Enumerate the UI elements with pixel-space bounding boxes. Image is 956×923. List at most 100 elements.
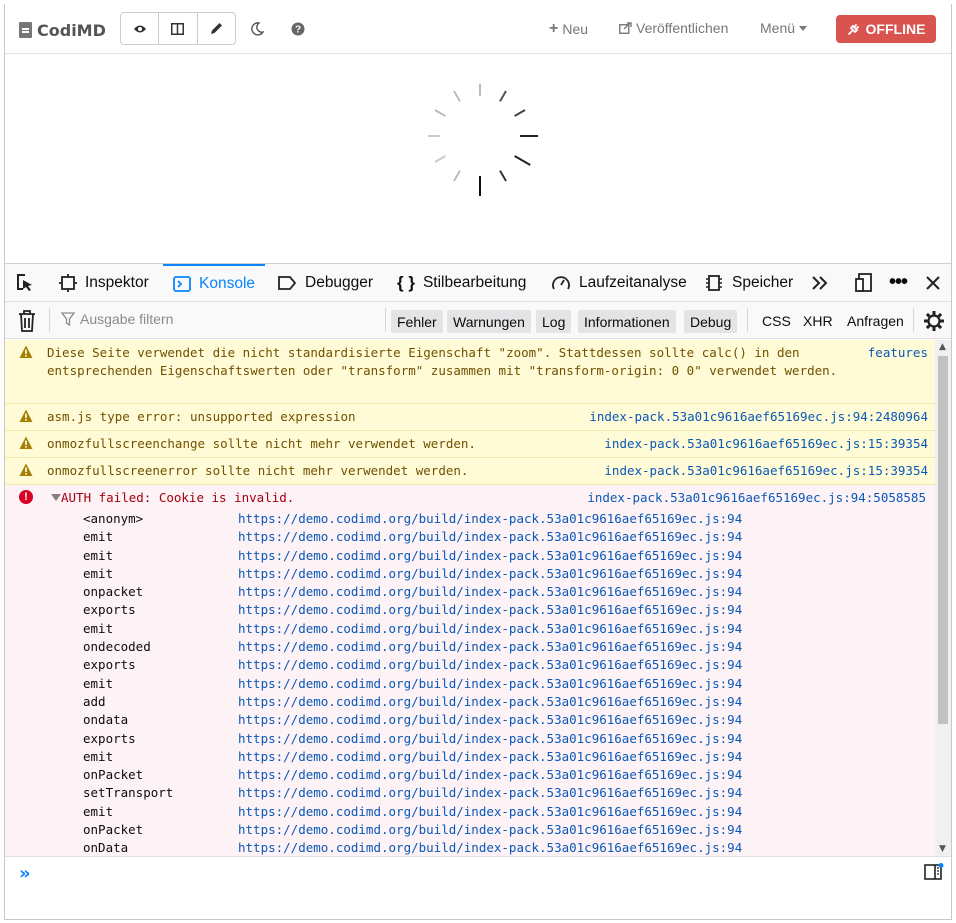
- stack-source-link[interactable]: https://demo.codimd.org/build/index-pack…: [238, 638, 742, 656]
- split-mode-button[interactable]: [159, 13, 198, 44]
- tab-debugger[interactable]: Debugger: [277, 264, 373, 301]
- stack-url: https://demo.codimd.org/build/index-pack…: [238, 785, 720, 801]
- night-mode-toggle[interactable]: [248, 19, 266, 39]
- stack-source-link[interactable]: https://demo.codimd.org/build/index-pack…: [238, 675, 742, 693]
- filter-debug-button[interactable]: Debug: [684, 310, 738, 333]
- pencil-icon: [210, 23, 222, 34]
- stack-url: https://demo.codimd.org/build/index-pack…: [238, 675, 720, 691]
- columns-icon: [171, 22, 185, 35]
- error-source-link[interactable]: index-pack.53a01c9616aef65169ec.js:94:50…: [587, 489, 926, 507]
- stack-source-link[interactable]: https://demo.codimd.org/build/index-pack…: [238, 601, 742, 619]
- filter-errors-button[interactable]: Fehler: [391, 310, 443, 333]
- tab-memory[interactable]: Speicher: [704, 264, 793, 301]
- tab-console[interactable]: Konsole: [163, 264, 266, 301]
- gear-icon[interactable]: [923, 310, 945, 332]
- message-text: onmozfullscreenerror sollte nicht mehr v…: [47, 463, 469, 478]
- stack-source-link[interactable]: https://demo.codimd.org/build/index-pack…: [238, 620, 742, 638]
- filter-css-button[interactable]: CSS: [762, 313, 791, 329]
- stack-frame: onData https://demo.codimd.org/build/inde…: [83, 839, 927, 856]
- error-icon: !: [19, 490, 33, 504]
- filter-warnings-button[interactable]: Warnungen: [447, 310, 531, 333]
- tab-inspector-label: Inspektor: [85, 273, 149, 291]
- stack-line: :94: [719, 511, 743, 526]
- console-scrollbar[interactable]: ▲ ▼: [935, 340, 951, 856]
- view-mode-button[interactable]: [121, 13, 160, 44]
- stack-source-link[interactable]: https://demo.codimd.org/build/index-pack…: [238, 821, 742, 839]
- stack-source-link[interactable]: https://demo.codimd.org/build/index-pack…: [238, 730, 742, 748]
- message-text: Diese Seite verwendet die nicht standard…: [47, 345, 838, 378]
- dock-toggle-button[interactable]: [855, 264, 875, 301]
- stack-source-link[interactable]: https://demo.codimd.org/build/index-pack…: [238, 547, 742, 565]
- menu-dropdown[interactable]: Menü: [760, 20, 808, 36]
- new-note-link[interactable]: + Neu: [549, 20, 588, 38]
- scrollbar-thumb[interactable]: [938, 356, 948, 724]
- filter-placeholder: Ausgabe filtern: [80, 311, 174, 327]
- element-picker-button[interactable]: [15, 264, 35, 301]
- devtools-options-button[interactable]: •••: [889, 264, 908, 301]
- message-source-link[interactable]: features: [868, 344, 928, 362]
- stack-line: :94: [719, 602, 743, 618]
- divider: [913, 308, 914, 332]
- stack-url: https://demo.codimd.org/build/index-pack…: [238, 693, 720, 709]
- trash-icon[interactable]: [17, 310, 37, 332]
- filter-input[interactable]: Ausgabe filtern: [61, 311, 173, 327]
- stack-frame: ondata https://demo.codimd.org/build/inde…: [83, 711, 927, 729]
- close-devtools-button[interactable]: [925, 264, 941, 301]
- more-tools-button[interactable]: [811, 264, 829, 301]
- plus-icon: +: [549, 20, 559, 37]
- tab-debugger-label: Debugger: [305, 273, 374, 291]
- inspector-icon: [59, 273, 77, 292]
- stack-source-link[interactable]: https://demo.codimd.org/build/index-pack…: [238, 565, 742, 583]
- edit-mode-button[interactable]: [198, 13, 235, 44]
- stack-source-link[interactable]: https://demo.codimd.org/build/index-pack…: [238, 839, 742, 856]
- stack-function-name: ondecoded: [83, 639, 151, 655]
- stack-frame: emit https://demo.codimd.org/build/index-…: [83, 565, 927, 583]
- stack-function-name: onPacket: [83, 822, 144, 838]
- stack-source-link[interactable]: https://demo.codimd.org/build/index-pack…: [238, 784, 742, 802]
- publish-link[interactable]: Veröffentlichen: [619, 20, 728, 36]
- message-source-link[interactable]: index-pack.53a01c9616aef65169ec.js:15:39…: [604, 435, 928, 453]
- message-source-link[interactable]: index-pack.53a01c9616aef65169ec.js:94:24…: [589, 408, 928, 426]
- stack-source-link[interactable]: https://demo.codimd.org/build/index-pack…: [238, 693, 742, 711]
- source-file: index-pack.53a01c9616aef65169ec.js: [587, 490, 844, 505]
- console-input[interactable]: »: [5, 856, 951, 889]
- stack-frame: setTransport https://demo.codimd.org/buil…: [83, 784, 927, 802]
- tab-style-editor-label: Stilbearbeitung: [422, 273, 527, 291]
- stack-source-link[interactable]: https://demo.codimd.org/build/index-pack…: [238, 711, 742, 729]
- stack-function-name: emit: [83, 547, 114, 563]
- stack-frame: onpacket https://demo.codimd.org/build/in…: [83, 583, 927, 601]
- stack-source-link[interactable]: https://demo.codimd.org/build/index-pack…: [238, 510, 742, 528]
- console-message-warning: onmozfullscreenerror sollte nicht mehr v…: [5, 458, 935, 485]
- filter-log-button[interactable]: Log: [536, 310, 572, 333]
- scroll-up-icon[interactable]: ▲: [939, 342, 946, 352]
- message-source-link[interactable]: index-pack.53a01c9616aef65169ec.js:15:39…: [604, 462, 928, 480]
- brand[interactable]: CodiMD: [19, 20, 106, 40]
- style-editor-icon: { }: [397, 272, 415, 292]
- filter-xhr-button[interactable]: XHR: [803, 313, 833, 329]
- stack-function-name: onpacket: [83, 584, 144, 600]
- stack-source-link[interactable]: https://demo.codimd.org/build/index-pack…: [238, 766, 742, 784]
- stack-source-link[interactable]: https://demo.codimd.org/build/index-pack…: [238, 748, 742, 766]
- error-text: AUTH failed: Cookie is invalid.: [61, 490, 295, 505]
- stack-source-link[interactable]: https://demo.codimd.org/build/index-pack…: [238, 528, 742, 546]
- tab-performance[interactable]: Laufzeitanalyse: [551, 264, 687, 301]
- console-message-warning: onmozfullscreenchange sollte nicht mehr …: [5, 431, 935, 458]
- caret-down-icon: [799, 25, 808, 31]
- source-file: index-pack.53a01c9616aef65169ec.js: [604, 436, 861, 451]
- scroll-down-icon[interactable]: ▼: [939, 844, 946, 854]
- sidebar-toggle-icon[interactable]: [924, 863, 944, 881]
- stack-source-link[interactable]: https://demo.codimd.org/build/index-pack…: [238, 656, 742, 674]
- stack-function-name: emit: [83, 529, 114, 545]
- divider: [747, 308, 748, 332]
- stack-line: :94: [719, 748, 743, 764]
- offline-status-button[interactable]: OFFLINE: [836, 15, 936, 43]
- tab-inspector[interactable]: Inspektor: [59, 264, 149, 301]
- stack-source-link[interactable]: https://demo.codimd.org/build/index-pack…: [238, 803, 742, 821]
- help-button[interactable]: ?: [289, 19, 307, 39]
- stack-url: https://demo.codimd.org/build/index-pack…: [238, 657, 720, 673]
- stack-frame: exports https://demo.codimd.org/build/ind…: [83, 601, 927, 619]
- tab-style-editor[interactable]: { } Stilbearbeitung: [397, 264, 526, 301]
- filter-requests-button[interactable]: Anfragen: [847, 313, 904, 329]
- stack-source-link[interactable]: https://demo.codimd.org/build/index-pack…: [238, 583, 742, 601]
- filter-info-button[interactable]: Informationen: [578, 310, 676, 333]
